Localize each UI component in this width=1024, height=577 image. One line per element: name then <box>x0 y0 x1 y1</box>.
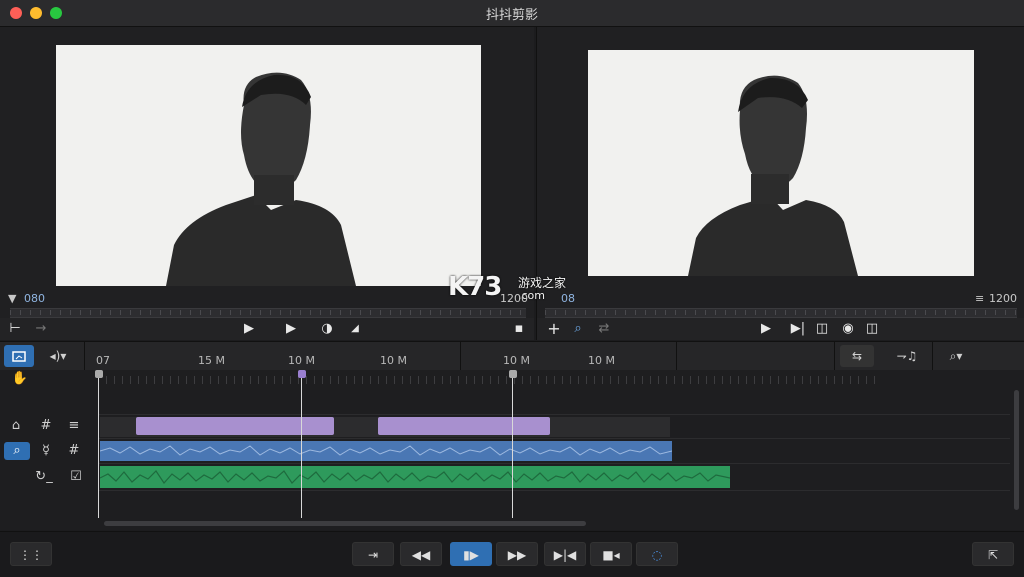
marker-line[interactable] <box>512 372 513 518</box>
play-around-button[interactable]: ▶ <box>280 318 302 340</box>
ruler-label: 10 M <box>380 354 407 367</box>
person-silhouette-program <box>588 50 974 276</box>
source-video-frame[interactable] <box>56 45 481 286</box>
source-scrubber[interactable] <box>10 308 526 318</box>
layout-button[interactable]: ⋮⋮ <box>10 542 52 566</box>
program-zoom-level: 1200 <box>989 292 1017 305</box>
fast-forward-button[interactable]: ▶▶ <box>496 542 538 566</box>
ruler-label: 10 M <box>288 354 315 367</box>
program-video-frame[interactable] <box>588 50 974 276</box>
vertical-scrollbar[interactable] <box>1014 390 1019 510</box>
export-button[interactable]: ⇱ <box>972 542 1014 566</box>
marker-handle[interactable] <box>95 370 103 378</box>
arrow-right-icon[interactable]: → <box>30 318 52 340</box>
loop-icon[interactable]: ◫ <box>811 318 833 340</box>
title-bar: 抖抖剪影 <box>0 0 1024 27</box>
horizontal-scrollbar[interactable] <box>104 521 586 526</box>
zoom-icon: ≡ <box>975 292 985 305</box>
ruler-label: 15 M <box>198 354 225 367</box>
play-button[interactable]: ▶ <box>238 318 260 340</box>
program-controls: + ⌕ ⇄ ▶ ▶| ◫ ◉ ◫ <box>537 318 1024 340</box>
loading-icon[interactable]: ◌ <box>636 542 678 566</box>
add-icon[interactable]: + <box>543 318 565 340</box>
audio-menu-button[interactable]: ◂)▾ <box>40 345 76 367</box>
source-right-label: 1200 <box>500 292 528 305</box>
source-controls: ⊢ → ▶ ▶ ◑ ◢ ▪ <box>0 318 534 340</box>
person-silhouette <box>56 45 481 286</box>
edit-icon[interactable]: ☑ <box>66 468 86 486</box>
rotate-icon[interactable]: ↻_ <box>34 468 54 486</box>
track-headers: ✋ ⌂ # ≡ ⌕ ☿ # ↻_ ☑ <box>0 370 98 530</box>
trash-icon[interactable]: ▪ <box>508 318 530 340</box>
fullscreen-icon[interactable]: ◫ <box>861 318 883 340</box>
search-icon[interactable]: ⌕ <box>567 318 589 340</box>
play-to-end-button[interactable]: ▶| <box>787 318 809 340</box>
skip-arrow-button[interactable]: ⇥ <box>352 542 394 566</box>
marker-handle[interactable] <box>509 370 517 378</box>
flag-icon[interactable]: ◢ <box>344 318 366 340</box>
timeline-view-button[interactable] <box>4 345 34 367</box>
source-timecode-icon: ▼ <box>8 292 17 305</box>
audio-lanes-button[interactable]: ⇁♫ <box>890 345 924 367</box>
split-button[interactable]: ▶|◀ <box>544 542 586 566</box>
waveform <box>100 445 672 456</box>
ruler-label: 07 <box>96 354 110 367</box>
timeline[interactable]: ✋ ⌂ # ≡ ⌕ ☿ # ↻_ ☑ <box>0 370 1024 530</box>
ruler-label: 10 M <box>588 354 615 367</box>
audio-clip-green[interactable] <box>100 466 730 488</box>
waveform <box>100 470 730 484</box>
window-title: 抖抖剪影 <box>485 8 538 23</box>
timeline-zoom-button[interactable]: ⌕▾ <box>938 345 974 367</box>
rewind-button[interactable]: ◀◀ <box>400 542 442 566</box>
swap-icon[interactable]: ⇄ <box>593 318 615 340</box>
timeline-toolbar: ◂)▾ 07 15 M 10 M 10 M 10 M 10 M ⇆ ⇁♫ ⌕▾ <box>0 341 1024 371</box>
program-scrubber[interactable] <box>545 308 1017 318</box>
hash-icon[interactable]: # <box>64 442 84 460</box>
title-clip[interactable] <box>136 417 334 435</box>
grid-icon[interactable]: # <box>36 417 56 435</box>
monitor-icon <box>12 350 26 362</box>
camera-button[interactable]: ■◂ <box>590 542 632 566</box>
transport-bar: ⋮⋮ ⇥ ◀◀ ▮▶ ▶▶ ▶|◀ ■◂ ◌ ⇱ <box>0 531 1024 577</box>
audio-mix-icon[interactable]: ◑ <box>316 318 338 340</box>
watermark-logo: K73 <box>448 272 502 302</box>
audio-clip-blue[interactable] <box>100 441 672 461</box>
playhead[interactable] <box>301 372 302 518</box>
mixer-icon[interactable]: ☿ <box>36 442 56 460</box>
ruler-ticks <box>98 376 882 384</box>
pause-button[interactable]: ▮▶ <box>450 542 492 566</box>
zoom-track-icon[interactable]: ⌕ <box>4 442 30 460</box>
mark-in-icon[interactable]: ⊢ <box>4 318 26 340</box>
title-clip[interactable] <box>378 417 550 435</box>
marker-line[interactable] <box>98 372 99 518</box>
home-icon[interactable]: ⌂ <box>6 417 26 435</box>
program-viewer: 08 ≡ 1200 + ⌕ ⇄ ▶ ▶| ◫ ◉ ◫ <box>536 27 1024 340</box>
program-play-button[interactable]: ▶ <box>755 318 777 340</box>
settings-icon[interactable]: ◉ <box>837 318 859 340</box>
playhead-handle[interactable] <box>298 370 306 378</box>
list-icon[interactable]: ≡ <box>64 417 84 435</box>
source-timecode: 080 <box>24 292 45 305</box>
hand-tool-icon[interactable]: ✋ <box>10 370 30 388</box>
clip-appearance-button[interactable]: ⇆ <box>840 345 874 367</box>
ruler-label: 10 M <box>503 354 530 367</box>
